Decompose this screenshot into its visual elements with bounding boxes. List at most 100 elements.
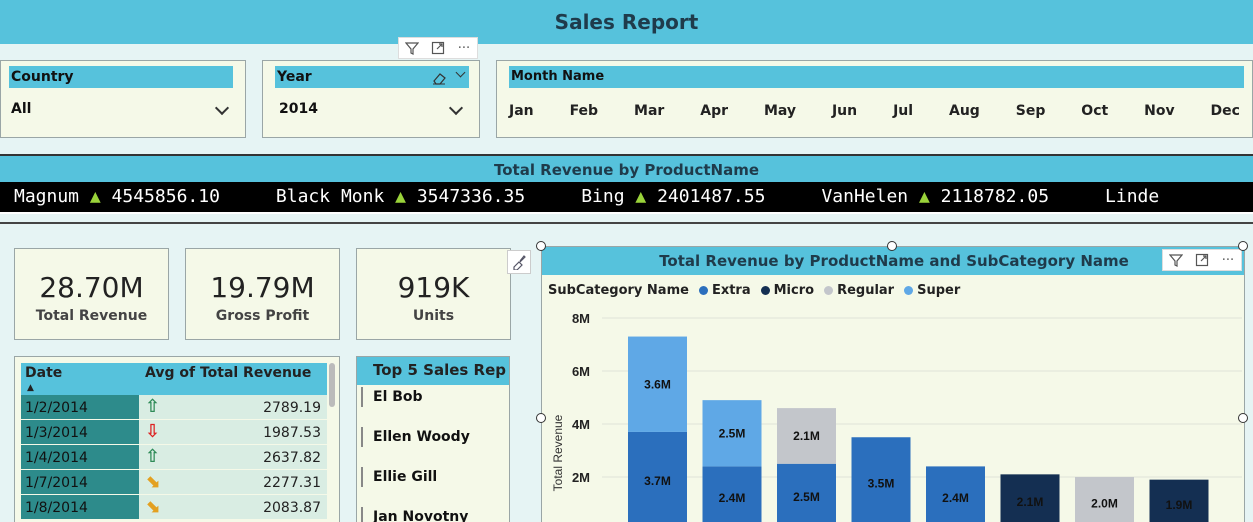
month-option[interactable]: Nov: [1144, 103, 1174, 119]
table-row[interactable]: 1/2/2014 ⇧ 2789.19: [21, 395, 327, 420]
ticker-value: 3547336.35: [416, 186, 526, 207]
table-header: Date ▲ Avg of Total Revenue: [21, 363, 327, 395]
cell-date: 1/7/2014: [21, 470, 139, 494]
top-sales-rep-list[interactable]: Top 5 Sales Rep El Bob Ellen Woody Ellie G…: [356, 356, 510, 522]
arrow-diagonal-down-icon: ⬊: [145, 496, 161, 517]
eraser-icon[interactable]: [431, 70, 447, 89]
table-row[interactable]: 1/8/2014 ⬊ 2083.87: [21, 495, 327, 520]
sort-ascending-icon[interactable]: ▲: [27, 383, 34, 393]
resize-handle[interactable]: [1238, 413, 1248, 423]
ticker-product: Black Monk: [275, 186, 385, 207]
sales-rep-title: Top 5 Sales Rep: [357, 357, 509, 385]
ticker-product: Magnum: [14, 186, 80, 207]
more-options-icon[interactable]: ···: [451, 38, 477, 58]
month-option[interactable]: Oct: [1081, 103, 1108, 119]
legend-label: Super: [917, 283, 961, 298]
month-option[interactable]: Jun: [832, 103, 857, 119]
stacked-bar-chart[interactable]: Total Revenue by ProductName and SubCate…: [541, 246, 1245, 522]
kpi-value: 28.70M: [39, 271, 144, 304]
rep-selector-bar: [361, 427, 363, 447]
filter-icon[interactable]: [1163, 250, 1189, 270]
ticker-item: VanHelen ▲ 2118782.05: [821, 182, 1049, 212]
ticker-value: 4545856.10: [111, 186, 220, 207]
sales-rep-item[interactable]: Ellie Gill: [373, 469, 437, 485]
cell-date: 1/2/2014: [21, 395, 139, 419]
resize-handle[interactable]: [536, 241, 546, 251]
column-header-date[interactable]: Date: [25, 365, 62, 381]
resize-handle[interactable]: [887, 241, 897, 251]
chevron-down-icon[interactable]: [448, 100, 464, 116]
sales-rep-item[interactable]: Jan Novotny: [373, 509, 468, 522]
resize-handle[interactable]: [1238, 241, 1248, 251]
cell-avg: ⇧ 2637.82: [139, 445, 327, 469]
country-slicer-value: All: [11, 101, 32, 117]
legend-label: Extra: [711, 283, 751, 298]
kpi-card-total-revenue[interactable]: 28.70M Total Revenue: [14, 248, 169, 340]
chevron-down-icon[interactable]: [214, 100, 230, 116]
month-option[interactable]: May: [764, 103, 796, 119]
format-brush-icon[interactable]: [507, 250, 531, 274]
column-header-avg[interactable]: Avg of Total Revenue: [145, 365, 311, 381]
ticker-value: 2401487.55: [657, 186, 766, 207]
avg-value: 1987.53: [263, 425, 321, 441]
chart-title: Total Revenue by ProductName and SubCate…: [542, 247, 1244, 275]
month-option[interactable]: Sep: [1016, 103, 1046, 119]
rep-selector-bar: [361, 467, 363, 487]
table-row[interactable]: 1/3/2014 ⇩ 1987.53: [21, 420, 327, 445]
month-option[interactable]: Jul: [893, 103, 913, 119]
kpi-card-units[interactable]: 919K Units: [356, 248, 511, 340]
avg-revenue-table[interactable]: Date ▲ Avg of Total Revenue 1/2/2014 ⇧ 2…: [14, 356, 340, 522]
focus-mode-icon[interactable]: [1189, 250, 1215, 270]
data-label: 2.4M: [942, 491, 969, 505]
ticker-title: Total Revenue by ProductName: [0, 154, 1253, 182]
country-slicer[interactable]: Country All: [0, 60, 246, 138]
month-option[interactable]: Apr: [700, 103, 728, 119]
month-slicer[interactable]: Month Name Jan Feb Mar Apr May Jun Jul Aug Sep Oc…: [496, 60, 1253, 138]
resize-handle[interactable]: [536, 413, 546, 423]
table-row[interactable]: 1/7/2014 ⬊ 2277.31: [21, 470, 327, 495]
country-slicer-header: Country: [9, 66, 233, 88]
filter-icon[interactable]: [399, 38, 425, 58]
legend-item-super[interactable]: Super: [904, 283, 960, 298]
data-label: 2.1M: [1017, 495, 1044, 509]
rep-selector-bar: [361, 507, 363, 522]
legend-item-extra[interactable]: Extra: [698, 283, 751, 298]
cell-avg: ⬊ 2277.31: [139, 470, 327, 494]
sales-rep-item[interactable]: El Bob: [373, 389, 423, 405]
month-slicer-header: Month Name: [509, 66, 1244, 88]
kpi-value: 19.79M: [210, 271, 315, 304]
ticker-item: Bing ▲ 2401487.55: [581, 182, 765, 212]
focus-mode-icon[interactable]: [425, 38, 451, 58]
cell-avg: ⇩ 1987.53: [139, 420, 327, 444]
ticker-value: 2118782.05: [940, 186, 1050, 207]
arrow-down-icon: ⇩: [145, 421, 161, 442]
month-option[interactable]: Mar: [634, 103, 664, 119]
chart-legend: SubCategory Name Extra Micro Regular Sup…: [548, 283, 960, 298]
up-triangle-icon: ▲: [624, 186, 658, 207]
cell-date: 1/8/2014: [21, 495, 139, 519]
legend-dot: [904, 286, 914, 295]
ticker-item: Magnum ▲ 4545856.10: [14, 182, 220, 212]
legend-item-regular[interactable]: Regular: [824, 283, 894, 298]
data-label: 2.5M: [719, 426, 746, 440]
year-slicer[interactable]: Year 2014: [262, 60, 480, 138]
y-tick-label: 2M: [572, 470, 590, 485]
legend-item-micro[interactable]: Micro: [760, 283, 814, 298]
kpi-card-gross-profit[interactable]: 19.79M Gross Profit: [185, 248, 340, 340]
month-option[interactable]: Aug: [949, 103, 980, 119]
table-row[interactable]: 1/4/2014 ⇧ 2637.82: [21, 445, 327, 470]
cell-date: 1/4/2014: [21, 445, 139, 469]
year-slicer-value: 2014: [279, 101, 318, 117]
legend-dot: [824, 286, 834, 295]
month-option[interactable]: Feb: [570, 103, 599, 119]
kpi-value: 919K: [397, 271, 470, 304]
arrow-up-icon: ⇧: [145, 396, 161, 417]
y-axis-label: Total Revenue: [551, 414, 565, 491]
cell-avg: ⇧ 2789.19: [139, 395, 327, 419]
sales-rep-item[interactable]: Ellen Woody: [373, 429, 470, 445]
month-option[interactable]: Jan: [509, 103, 534, 119]
up-triangle-icon: ▲: [384, 186, 417, 207]
more-options-icon[interactable]: ···: [1215, 250, 1241, 270]
month-option[interactable]: Dec: [1211, 103, 1240, 119]
table-scrollbar[interactable]: [329, 363, 335, 407]
